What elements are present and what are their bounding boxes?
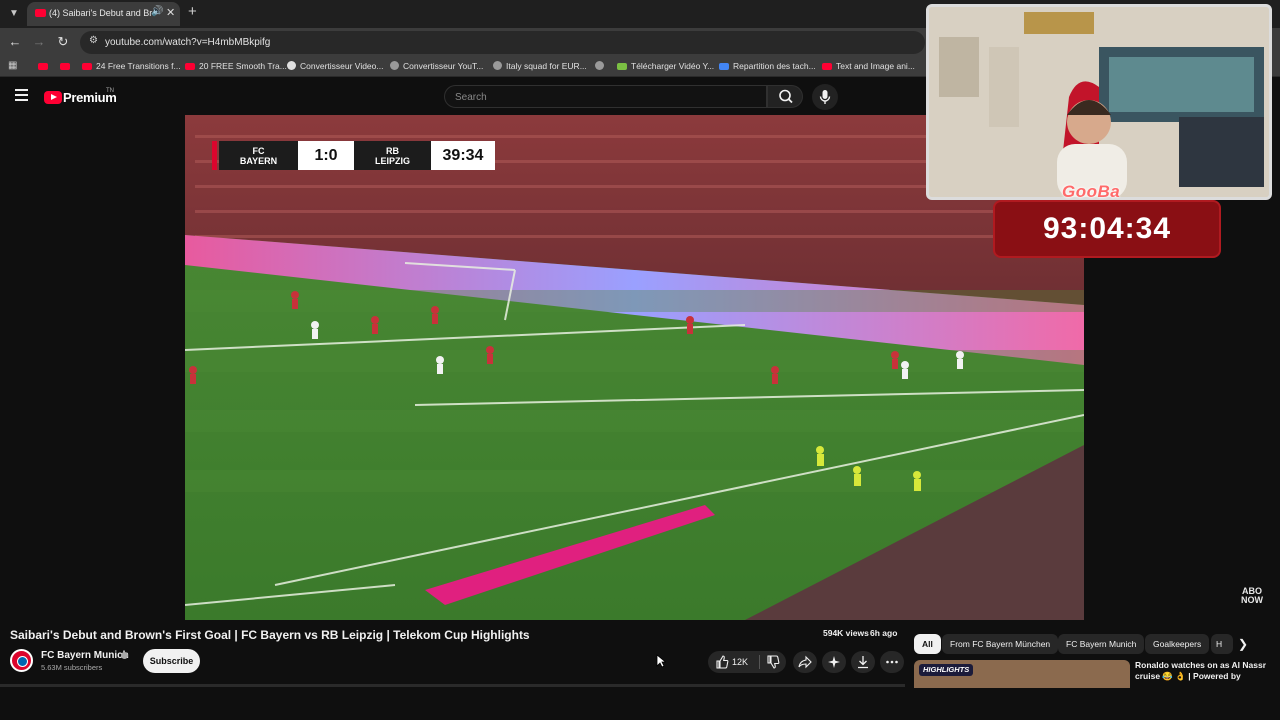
bookmark-item[interactable]: Convertisseur YouT...: [390, 59, 483, 74]
youtube-icon: [185, 63, 195, 70]
chip-goalkeepers[interactable]: Goalkeepers: [1145, 634, 1210, 654]
recommended-video-title[interactable]: Ronaldo watches on as Al Nassr cruise 😂 …: [1135, 660, 1269, 682]
highlights-badge: HIGHLIGHTS: [919, 664, 974, 676]
like-count[interactable]: 12K: [732, 651, 748, 673]
bookmark-item[interactable]: [38, 59, 52, 74]
bookmark-item[interactable]: Text and Image ani...: [822, 59, 915, 74]
google-icon: [287, 61, 296, 70]
globe-icon: [595, 61, 604, 70]
voice-search-button[interactable]: [812, 84, 838, 110]
recommended-video-thumbnail[interactable]: HIGHLIGHTS: [914, 660, 1130, 688]
hamburger-menu-icon[interactable]: [15, 89, 28, 101]
bookmark-item[interactable]: Italy squad for EUR...: [493, 59, 587, 74]
channel-watermark: ABO NOW: [1241, 586, 1263, 605]
youtube-icon: [82, 63, 92, 70]
mouse-cursor-icon: [656, 654, 666, 668]
share-arrow-icon: [798, 655, 812, 669]
home-team-label: FC BAYERN: [219, 141, 298, 170]
webcam-image: [929, 7, 1269, 197]
docs-icon: [719, 63, 729, 70]
more-horizontal-icon: [886, 660, 898, 664]
back-arrow-icon[interactable]: ←: [7, 34, 23, 50]
converter-icon: [390, 61, 399, 70]
new-tab-plus-icon[interactable]: +: [188, 4, 197, 20]
address-bar[interactable]: ⚙ youtube.com/watch?v=H4mbMBkpifg: [80, 31, 925, 54]
upload-age: 6h ago: [870, 628, 898, 638]
search-input[interactable]: [455, 90, 755, 104]
channel-name[interactable]: FC Bayern Munich: [41, 650, 129, 661]
youtube-favicon-icon: [35, 9, 46, 17]
webcam-overlay: [926, 4, 1272, 200]
tab-search-chevron-icon[interactable]: ▼: [6, 6, 22, 22]
apps-grid-icon[interactable]: ▦: [8, 60, 19, 71]
like-dislike-group: 12K: [708, 651, 786, 673]
youtube-icon: [60, 63, 70, 70]
search-button[interactable]: [767, 85, 803, 108]
ask-ai-button[interactable]: [822, 651, 846, 673]
bookmark-item[interactable]: Télécharger Vidéo Y...: [617, 59, 714, 74]
tab-close-icon[interactable]: ✕: [166, 6, 175, 19]
tab-title: (4) Saibari's Debut and Brown: [49, 8, 153, 18]
download-button[interactable]: [851, 651, 875, 673]
forward-arrow-icon[interactable]: →: [31, 34, 47, 50]
description-box-edge: [0, 684, 905, 687]
share-button[interactable]: [793, 651, 817, 673]
more-actions-button[interactable]: [880, 651, 904, 673]
like-divider: [759, 655, 760, 669]
browser-tab-active[interactable]: (4) Saibari's Debut and Brown 🔊 ✕: [27, 2, 180, 26]
site-info-icon[interactable]: ⚙: [89, 35, 98, 46]
sparkle-icon: [828, 656, 840, 668]
country-code: TN: [106, 88, 114, 94]
speaker-icon[interactable]: 🔊: [151, 6, 163, 17]
view-count: 594K views: [823, 628, 869, 638]
thumbs-up-icon[interactable]: [714, 654, 730, 670]
search-icon: [779, 89, 793, 104]
video-title: Saibari's Debut and Brown's First Goal |…: [10, 628, 530, 642]
subscriber-count: 5.63M subscribers: [41, 663, 103, 672]
away-team-label: RB LEIPZIG: [354, 141, 431, 170]
url-text: youtube.com/watch?v=H4mbMBkpifg: [105, 37, 271, 48]
globe-icon: [493, 61, 502, 70]
bookmark-item[interactable]: 24 Free Transitions f...: [82, 59, 181, 74]
channel-avatar[interactable]: [10, 649, 33, 672]
download-icon: [617, 63, 627, 70]
match-clock: 39:34: [431, 141, 495, 170]
chip-truncated[interactable]: H: [1211, 634, 1233, 654]
bookmark-item[interactable]: 20 FREE Smooth Tra...: [185, 59, 287, 74]
verified-badge-icon: [121, 652, 128, 659]
scorebug-accent: [212, 141, 217, 170]
youtube-icon: [822, 63, 832, 70]
bookmark-item[interactable]: [60, 59, 74, 74]
youtube-icon: [38, 63, 48, 70]
reload-icon[interactable]: ↻: [55, 34, 71, 50]
youtube-logo-icon[interactable]: [44, 91, 62, 104]
subscribe-button[interactable]: Subscribe: [143, 649, 200, 673]
bookmark-item[interactable]: [595, 59, 608, 74]
chip-all[interactable]: All: [914, 634, 941, 654]
score-display: 1:0: [298, 141, 354, 170]
bookmark-item[interactable]: Repartition des tach...: [719, 59, 816, 74]
chevron-right-icon[interactable]: ❯: [1238, 637, 1248, 651]
thumbs-down-icon[interactable]: [765, 654, 781, 670]
stream-timer: 93:04:34: [993, 200, 1221, 258]
download-icon: [858, 656, 868, 669]
microphone-icon: [819, 90, 831, 104]
search-box[interactable]: [444, 85, 767, 108]
streamer-name-label: GooBa: [1062, 182, 1121, 201]
chip-from-channel[interactable]: From FC Bayern München: [942, 634, 1059, 654]
bookmark-item[interactable]: Convertisseur Video...: [287, 59, 383, 74]
chip-fc-bayern-munich[interactable]: FC Bayern Munich: [1058, 634, 1145, 654]
